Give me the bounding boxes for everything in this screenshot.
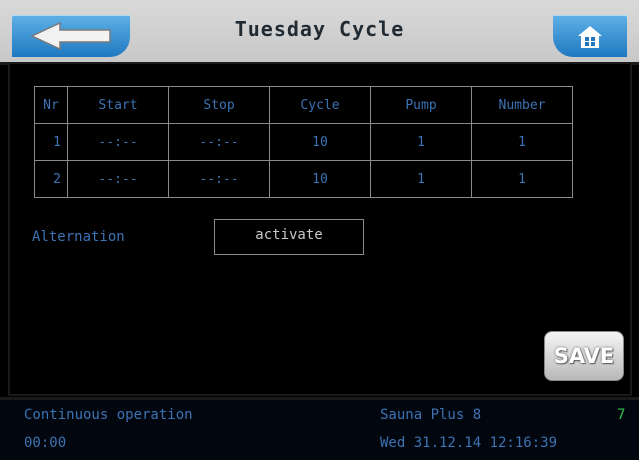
alternation-label: Alternation: [32, 229, 125, 245]
header-bar: Tuesday Cycle: [0, 0, 639, 65]
cell-number[interactable]: 1: [471, 160, 573, 198]
cycle-table: Nr Start Stop Cycle Pump Number 1 --:-- …: [34, 86, 573, 198]
operation-mode: Continuous operation: [24, 407, 193, 423]
table-header-row: Nr Start Stop Cycle Pump Number: [34, 86, 573, 124]
page-title: Tuesday Cycle: [234, 17, 405, 41]
header-start: Start: [67, 86, 169, 124]
cell-number[interactable]: 1: [471, 123, 573, 161]
cell-cycle[interactable]: 10: [269, 160, 371, 198]
cell-pump[interactable]: 1: [370, 123, 472, 161]
activate-button[interactable]: activate: [214, 219, 364, 255]
cell-nr: 2: [34, 160, 68, 198]
cell-start[interactable]: --:--: [67, 123, 169, 161]
header-pump: Pump: [370, 86, 472, 124]
cell-start[interactable]: --:--: [67, 160, 169, 198]
table-row: 2 --:-- --:-- 10 1 1: [34, 160, 573, 198]
save-button[interactable]: SAVE: [544, 331, 624, 381]
home-button[interactable]: [553, 15, 627, 57]
header-number: Number: [471, 86, 573, 124]
header-cycle: Cycle: [269, 86, 371, 124]
device-model: Sauna Plus 8: [380, 407, 482, 423]
status-indicator: 7: [617, 407, 626, 423]
timer-value: 00:00: [24, 435, 67, 451]
cell-stop[interactable]: --:--: [168, 160, 270, 198]
cell-nr: 1: [34, 123, 68, 161]
cell-stop[interactable]: --:--: [168, 123, 270, 161]
cell-pump[interactable]: 1: [370, 160, 472, 198]
screen: Tuesday Cycle Nr Start Stop Cycle Pump N…: [0, 0, 639, 460]
content-area: Nr Start Stop Cycle Pump Number 1 --:-- …: [8, 62, 632, 396]
status-bar: Continuous operation Sauna Plus 8 7 00:0…: [0, 397, 639, 460]
cell-cycle[interactable]: 10: [269, 123, 371, 161]
table-row: 1 --:-- --:-- 10 1 1: [34, 123, 573, 161]
home-icon: [578, 26, 602, 48]
header-stop: Stop: [168, 86, 270, 124]
date-time: Wed 31.12.14 12:16:39: [380, 435, 558, 451]
header-nr: Nr: [34, 86, 68, 124]
